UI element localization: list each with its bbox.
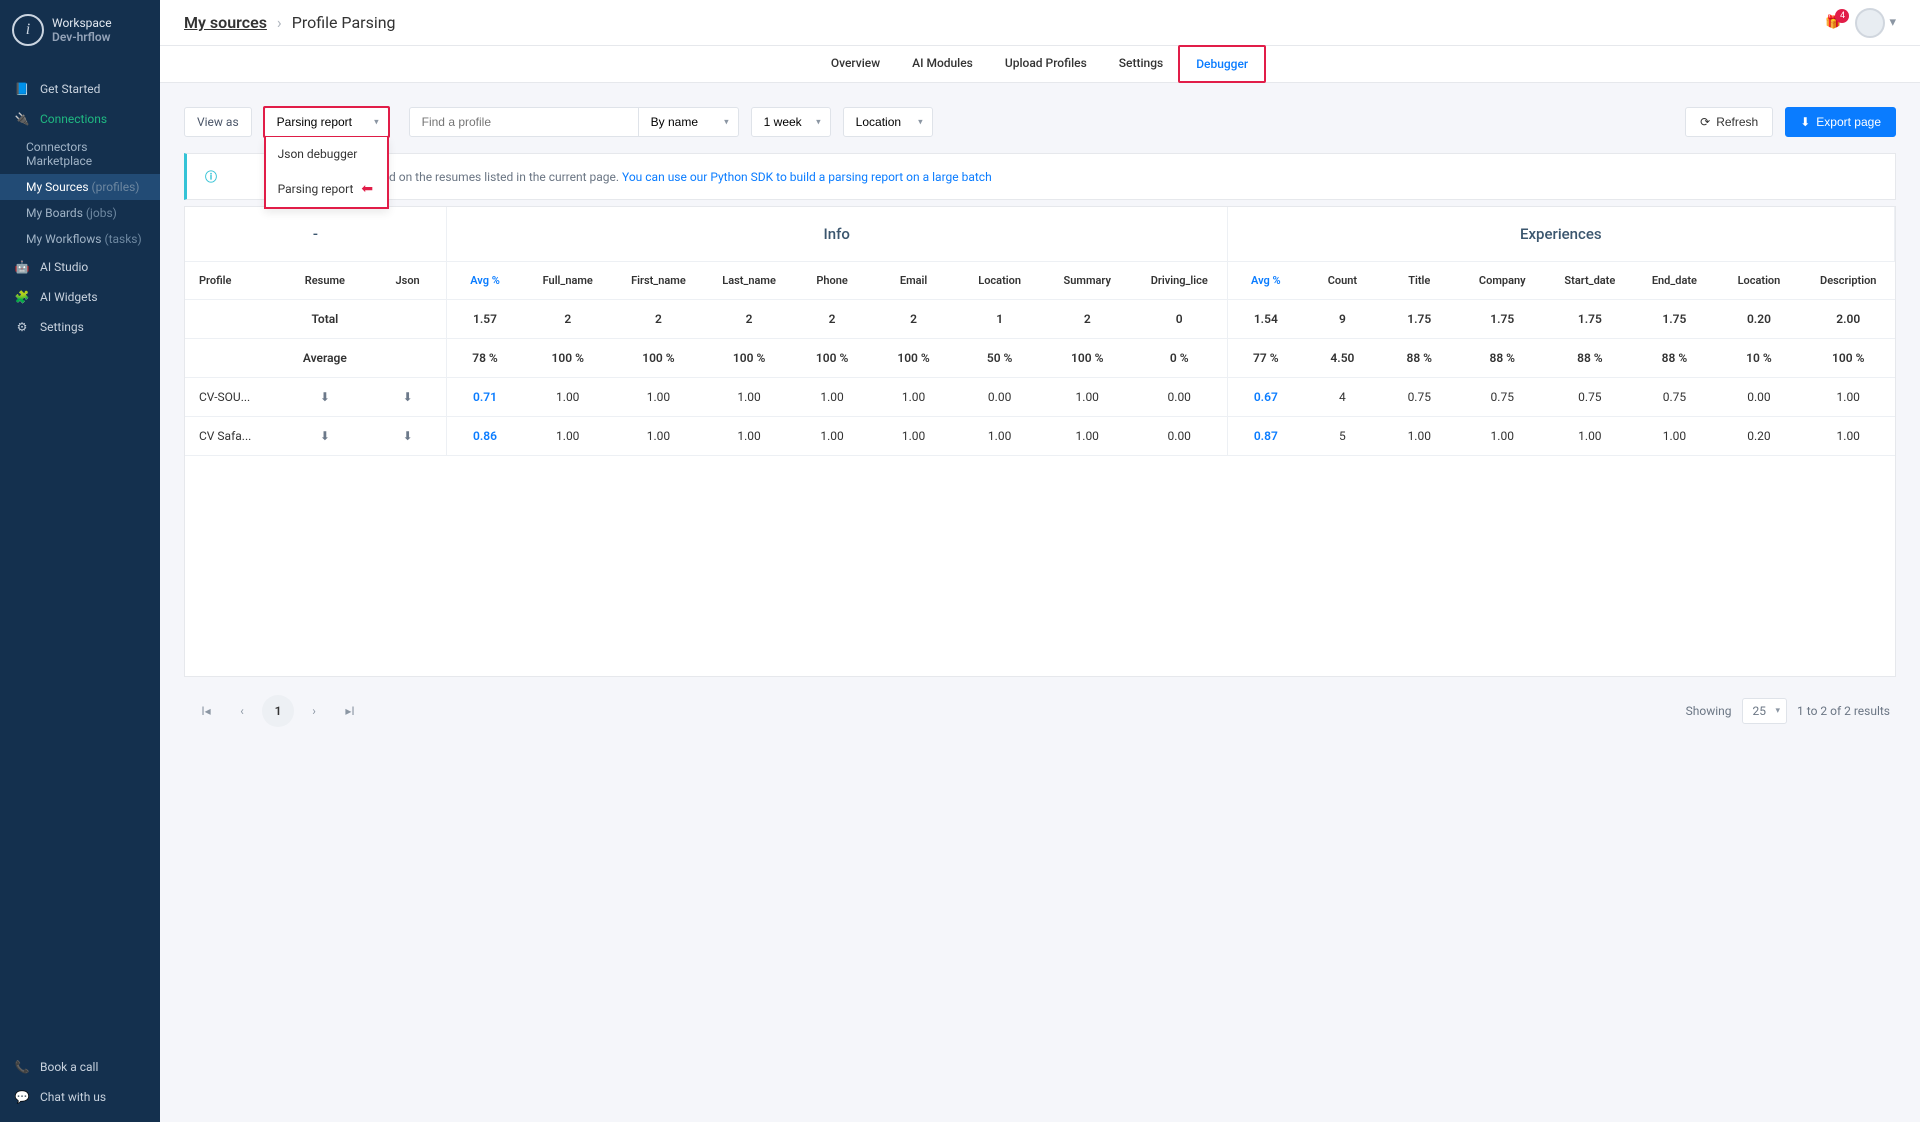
cell-profile: CV Safa...	[185, 417, 280, 456]
results-text: 1 to 2 of 2 results	[1797, 704, 1890, 718]
gear-icon: ⚙	[14, 320, 30, 334]
notification-badge: 4	[1835, 9, 1849, 23]
workspace-logo-icon: i	[12, 14, 44, 46]
sidebar-item-connectors-marketplace[interactable]: Connectors Marketplace	[0, 134, 160, 174]
view-as-label: View as	[184, 107, 252, 137]
download-json-icon[interactable]: ⬇	[403, 390, 413, 404]
view-as-dropdown: Json debugger Parsing report ⬅	[264, 137, 389, 209]
chat-icon: 💬	[14, 1090, 30, 1104]
breadcrumb-page: Profile Parsing	[292, 13, 396, 32]
book-icon: 📘	[14, 82, 30, 96]
table-row-total: Total 1.5722222120 1.5491.751.751.751.75…	[185, 300, 1895, 339]
caret-down-icon: ▾	[1889, 15, 1896, 30]
sidebar-item-settings[interactable]: ⚙ Settings	[0, 312, 160, 342]
sidebar-item-ai-studio[interactable]: 🤖 AI Studio	[0, 252, 160, 282]
puzzle-icon: 🧩	[14, 290, 30, 304]
tab-ai-modules[interactable]: AI Modules	[896, 46, 989, 82]
workspace-label: Workspace	[52, 16, 112, 30]
avatar	[1855, 8, 1885, 38]
download-resume-icon[interactable]: ⬇	[320, 390, 330, 404]
view-as-select-button[interactable]: Parsing report	[264, 107, 389, 137]
topbar: My sources › Profile Parsing 🎁 4 ▾	[160, 0, 1920, 46]
refresh-icon: ⟳	[1700, 115, 1710, 129]
download-resume-icon[interactable]: ⬇	[320, 429, 330, 443]
download-json-icon[interactable]: ⬇	[403, 429, 413, 443]
view-as-option-json[interactable]: Json debugger	[266, 137, 387, 171]
refresh-button[interactable]: ⟳ Refresh	[1685, 107, 1773, 137]
parsing-report-table: - Info Experiences Profile Resume Json A…	[184, 206, 1896, 677]
page-next-button[interactable]: ›	[298, 695, 330, 727]
tabs: Overview AI Modules Upload Profiles Sett…	[160, 46, 1920, 83]
table-row: CV Safa...⬇⬇0.861.001.001.001.001.001.00…	[185, 417, 1895, 456]
info-icon: ⓘ	[205, 168, 217, 185]
page-prev-button[interactable]: ‹	[226, 695, 258, 727]
breadcrumb: My sources › Profile Parsing	[184, 13, 396, 32]
sidebar-item-my-workflows[interactable]: My Workflows(tasks)	[0, 226, 160, 252]
export-page-button[interactable]: ⬇ Export page	[1785, 107, 1896, 137]
location-select[interactable]: Location	[843, 107, 933, 137]
period-select[interactable]: 1 week	[751, 107, 831, 137]
view-as-option-parsing[interactable]: Parsing report ⬅	[266, 171, 387, 207]
sidebar-item-connections[interactable]: 🔌 Connections	[0, 104, 160, 134]
view-as-select[interactable]: Parsing report Json debugger Parsing rep…	[264, 107, 389, 137]
download-icon: ⬇	[1800, 115, 1810, 129]
sidebar-item-my-boards[interactable]: My Boards(jobs)	[0, 200, 160, 226]
tab-debugger[interactable]: Debugger	[1178, 45, 1266, 83]
breadcrumb-root[interactable]: My sources	[184, 13, 267, 32]
filter-bar: View as Parsing report Json debugger Par…	[184, 107, 1896, 137]
page-last-button[interactable]: ▸I	[334, 695, 366, 727]
col-group-info: Info	[446, 207, 1227, 262]
tab-settings[interactable]: Settings	[1103, 46, 1179, 82]
arrow-left-icon: ⬅	[361, 181, 373, 197]
sidebar-item-ai-widgets[interactable]: 🧩 AI Widgets	[0, 282, 160, 312]
chevron-right-icon: ›	[277, 13, 282, 32]
col-group-dash: -	[185, 207, 446, 262]
robot-icon: 🤖	[14, 260, 30, 274]
workspace-name: Dev-hrflow	[52, 30, 112, 44]
sidebar-item-my-sources[interactable]: My Sources(profiles)	[0, 174, 160, 200]
page-first-button[interactable]: I◂	[190, 695, 222, 727]
col-group-experiences: Experiences	[1227, 207, 1894, 262]
table-row-average: Average 78 %100 %100 %100 %100 %100 %50 …	[185, 339, 1895, 378]
page-current[interactable]: 1	[262, 695, 294, 727]
sidebar: i Workspace Dev-hrflow 📘 Get Started 🔌 C…	[0, 0, 160, 1122]
banner-link[interactable]: You can use our Python SDK to build a pa…	[622, 170, 992, 184]
showing-label: Showing	[1686, 704, 1732, 718]
cell-profile: CV-SOU...	[185, 378, 280, 417]
main: My sources › Profile Parsing 🎁 4 ▾ Overv…	[160, 0, 1920, 1122]
plug-icon: 🔌	[14, 112, 30, 126]
tab-upload-profiles[interactable]: Upload Profiles	[989, 46, 1103, 82]
info-banner: ⓘ ...uted based on the resumes listed in…	[184, 153, 1896, 200]
sidebar-item-chat[interactable]: 💬 Chat with us	[0, 1082, 160, 1112]
table-row: CV-SOU...⬇⬇0.711.001.001.001.001.000.001…	[185, 378, 1895, 417]
search-by-select[interactable]: By name	[639, 107, 739, 137]
pagination: I◂ ‹ 1 › ▸I	[190, 695, 366, 727]
workspace-switcher[interactable]: i Workspace Dev-hrflow	[0, 0, 160, 60]
sidebar-item-get-started[interactable]: 📘 Get Started	[0, 74, 160, 104]
phone-icon: 📞	[14, 1060, 30, 1074]
tab-overview[interactable]: Overview	[815, 46, 896, 82]
notifications-button[interactable]: 🎁 4	[1825, 15, 1841, 30]
page-size-select[interactable]: 25	[1742, 698, 1788, 724]
table-footer: I◂ ‹ 1 › ▸I Showing 25 1 to 2 of 2 resul…	[184, 677, 1896, 733]
find-profile-input[interactable]	[409, 107, 639, 137]
sidebar-item-book-call[interactable]: 📞 Book a call	[0, 1052, 160, 1082]
user-menu-button[interactable]: ▾	[1855, 8, 1896, 38]
